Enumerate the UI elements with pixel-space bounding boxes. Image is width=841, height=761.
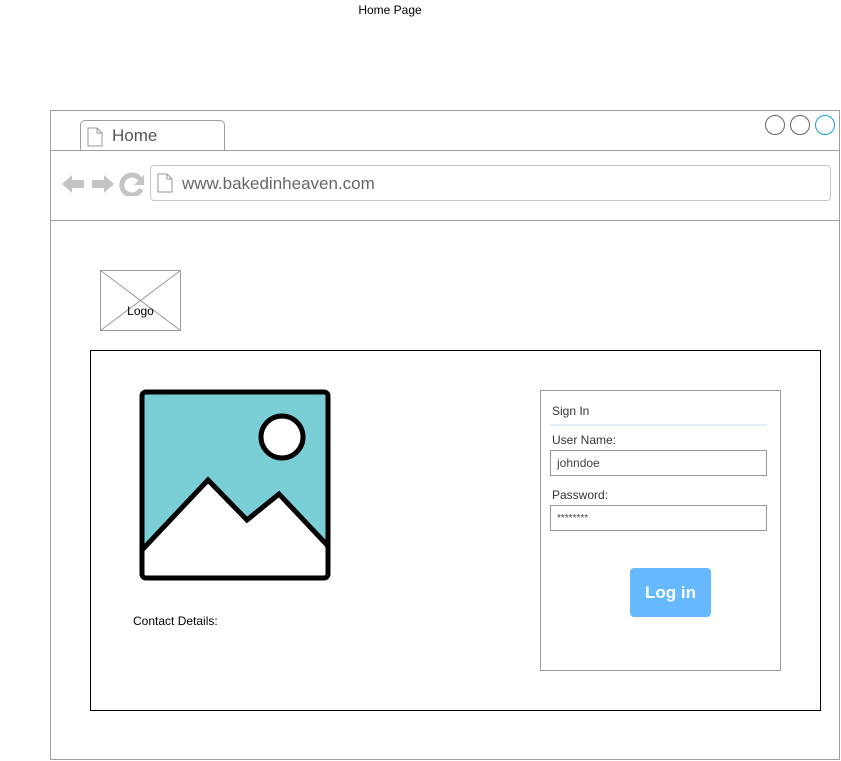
page-icon: [157, 173, 173, 193]
username-field[interactable]: [550, 450, 767, 476]
login-button[interactable]: Log in: [630, 568, 711, 617]
logo-label: Logo: [127, 304, 154, 318]
signin-title: Sign In: [552, 404, 590, 418]
image-placeholder-icon: [139, 389, 331, 581]
window-close-button[interactable]: [815, 115, 835, 135]
forward-arrow-icon[interactable]: [92, 175, 114, 193]
back-arrow-icon[interactable]: [62, 175, 84, 193]
page-caption: Home Page: [358, 3, 422, 17]
page-icon: [87, 127, 103, 147]
tab-strip-divider: [50, 150, 840, 151]
signin-divider: [550, 424, 767, 426]
contact-details-label: Contact Details:: [133, 614, 218, 628]
tab-label: Home: [112, 126, 158, 145]
window-minimize-button[interactable]: [765, 115, 785, 135]
toolbar-divider: [50, 220, 840, 221]
password-label: Password:: [552, 488, 609, 502]
reload-icon[interactable]: [119, 172, 144, 196]
logo-placeholder: [100, 270, 181, 331]
url-text[interactable]: www.bakedinheaven.com: [182, 174, 375, 194]
password-field[interactable]: [550, 505, 767, 531]
username-label: User Name:: [552, 433, 617, 447]
window-maximize-button[interactable]: [790, 115, 810, 135]
nav-controls: [62, 172, 144, 196]
